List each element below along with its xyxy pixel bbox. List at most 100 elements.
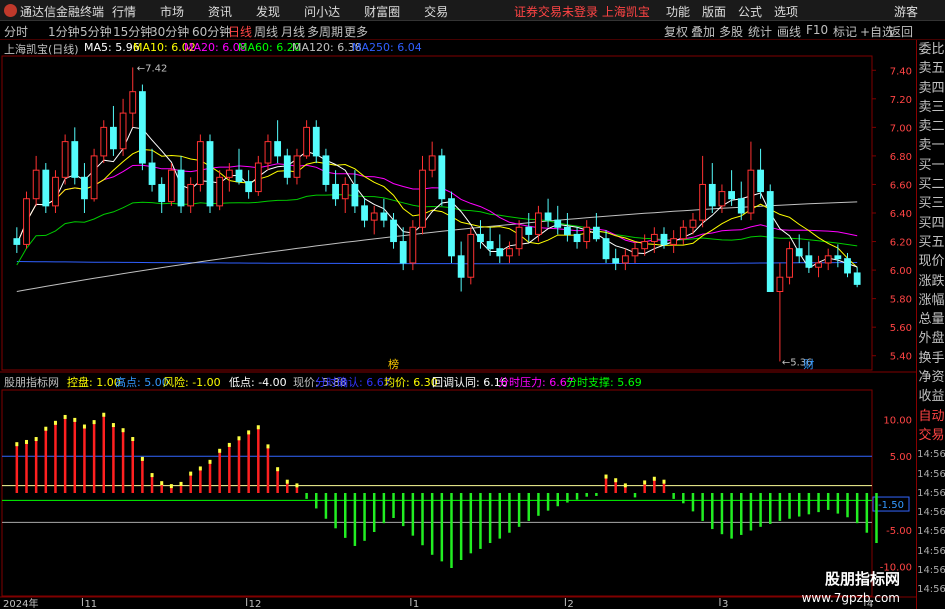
candle-0 [13, 238, 21, 245]
side-lower-item-0[interactable]: 自动 [917, 407, 945, 426]
side-item-7[interactable]: 买二 [917, 175, 945, 194]
price-tick-4: 6.60 [890, 180, 912, 191]
candle-32 [322, 155, 330, 185]
candle-62 [612, 258, 620, 264]
candle-17 [177, 169, 185, 207]
candle-55 [544, 212, 552, 221]
price-tick-1: 7.20 [890, 95, 912, 106]
candle-27 [274, 141, 282, 157]
candle-87 [853, 272, 861, 285]
candle-64 [631, 248, 639, 257]
candle-84 [824, 255, 832, 264]
side-item-13[interactable]: 涨幅 [917, 291, 945, 310]
side-item-5[interactable]: 卖一 [917, 136, 945, 155]
side-item-14[interactable]: 总量 [917, 310, 945, 329]
candle-71 [699, 183, 707, 221]
indicator-cap-26 [266, 444, 270, 449]
indicator-cap-27 [276, 467, 280, 472]
indicator-cap-10 [111, 423, 115, 428]
candle-57 [564, 226, 571, 235]
side-time-1: 14:56 [917, 468, 945, 480]
candle-83 [815, 262, 822, 268]
side-item-18[interactable]: 收益 [917, 387, 945, 406]
indicator-cap-1 [24, 439, 28, 444]
x-label-1: 11 [84, 599, 97, 609]
indicator-cap-13 [140, 456, 144, 461]
side-item-0[interactable]: 委比 [917, 40, 945, 59]
side-item-3[interactable]: 卖三 [917, 98, 945, 117]
candle-15 [158, 183, 166, 203]
kline-chart[interactable]: 7.40 7.20 7.00 6.80 6.60 6.40 6.20 6.00 5.80 5.60… [0, 0, 945, 609]
indicator-cap-19 [198, 466, 202, 471]
side-item-9[interactable]: 买四 [917, 214, 945, 233]
candle-26 [264, 141, 272, 164]
side-lower-item-1[interactable]: 交易 [917, 426, 945, 445]
price-tick-7: 6.00 [890, 266, 912, 277]
candle-43 [428, 155, 436, 171]
price-tick-5: 6.40 [890, 209, 912, 220]
ma120-line [16, 201, 858, 292]
side-item-4[interactable]: 卖二 [917, 117, 945, 136]
candle-35 [351, 183, 359, 207]
indicator-cap-29 [295, 483, 299, 488]
indicator-tick-0: 10.00 [883, 415, 912, 426]
candle-69 [679, 226, 687, 240]
candle-36 [361, 205, 368, 221]
candle-7 [81, 176, 88, 200]
candle-42 [419, 169, 426, 228]
candle-39 [390, 219, 397, 243]
candle-81 [795, 248, 803, 257]
indicator-cap-12 [131, 437, 135, 442]
indicator-tick-2: -5.00 [886, 526, 912, 537]
side-item-10[interactable]: 买五 [917, 233, 945, 252]
candle-28 [283, 155, 291, 178]
candle-12 [129, 91, 137, 114]
candle-5 [61, 141, 69, 178]
candle-66 [650, 233, 658, 243]
high-annotation: ←7.42 [137, 63, 168, 74]
indicator-cap-2 [34, 437, 38, 442]
candle-6 [71, 141, 79, 178]
candle-80 [786, 248, 793, 278]
indicator-cap-17 [179, 481, 183, 486]
candle-63 [621, 255, 629, 264]
indicator-cap-0 [15, 442, 19, 447]
side-item-12[interactable]: 涨跌 [917, 272, 945, 291]
indicator-cap-61 [604, 474, 608, 479]
candle-16 [167, 169, 175, 203]
side-item-16[interactable]: 换手 [917, 349, 945, 368]
candle-29 [293, 155, 301, 178]
candle-21 [216, 176, 224, 207]
candle-38 [380, 212, 388, 221]
side-item-8[interactable]: 买三 [917, 194, 945, 213]
candle-78 [766, 191, 774, 292]
price-tick-9: 5.60 [890, 323, 912, 334]
side-time-4: 14:56 [917, 526, 945, 538]
candle-75 [737, 198, 745, 214]
candle-73 [718, 191, 726, 207]
side-item-1[interactable]: 卖五 [917, 59, 945, 78]
candle-33 [332, 183, 339, 200]
indicator-cap-20 [208, 459, 212, 464]
indicator-cap-3 [44, 426, 48, 431]
side-item-15[interactable]: 外盘 [917, 329, 945, 348]
price-tick-10: 5.40 [890, 352, 912, 363]
side-item-2[interactable]: 卖四 [917, 79, 945, 98]
candle-65 [641, 241, 649, 250]
indicator-cap-28 [285, 479, 289, 484]
indicator-cap-6 [73, 417, 77, 422]
ma250-line [16, 261, 858, 265]
candle-22 [225, 169, 233, 178]
indicator-cap-66 [652, 476, 656, 481]
candle-2 [32, 169, 40, 200]
candle-14 [148, 162, 156, 185]
candle-47 [467, 233, 475, 278]
indicator-cap-8 [92, 420, 96, 425]
indicator-cap-16 [169, 484, 173, 489]
side-item-11[interactable]: 现价 [917, 252, 945, 271]
candle-82 [805, 255, 813, 268]
side-item-17[interactable]: 净资 [917, 368, 945, 387]
candle-61 [602, 238, 610, 260]
side-item-6[interactable]: 买一 [917, 156, 945, 175]
indicator-cap-18 [189, 471, 193, 476]
